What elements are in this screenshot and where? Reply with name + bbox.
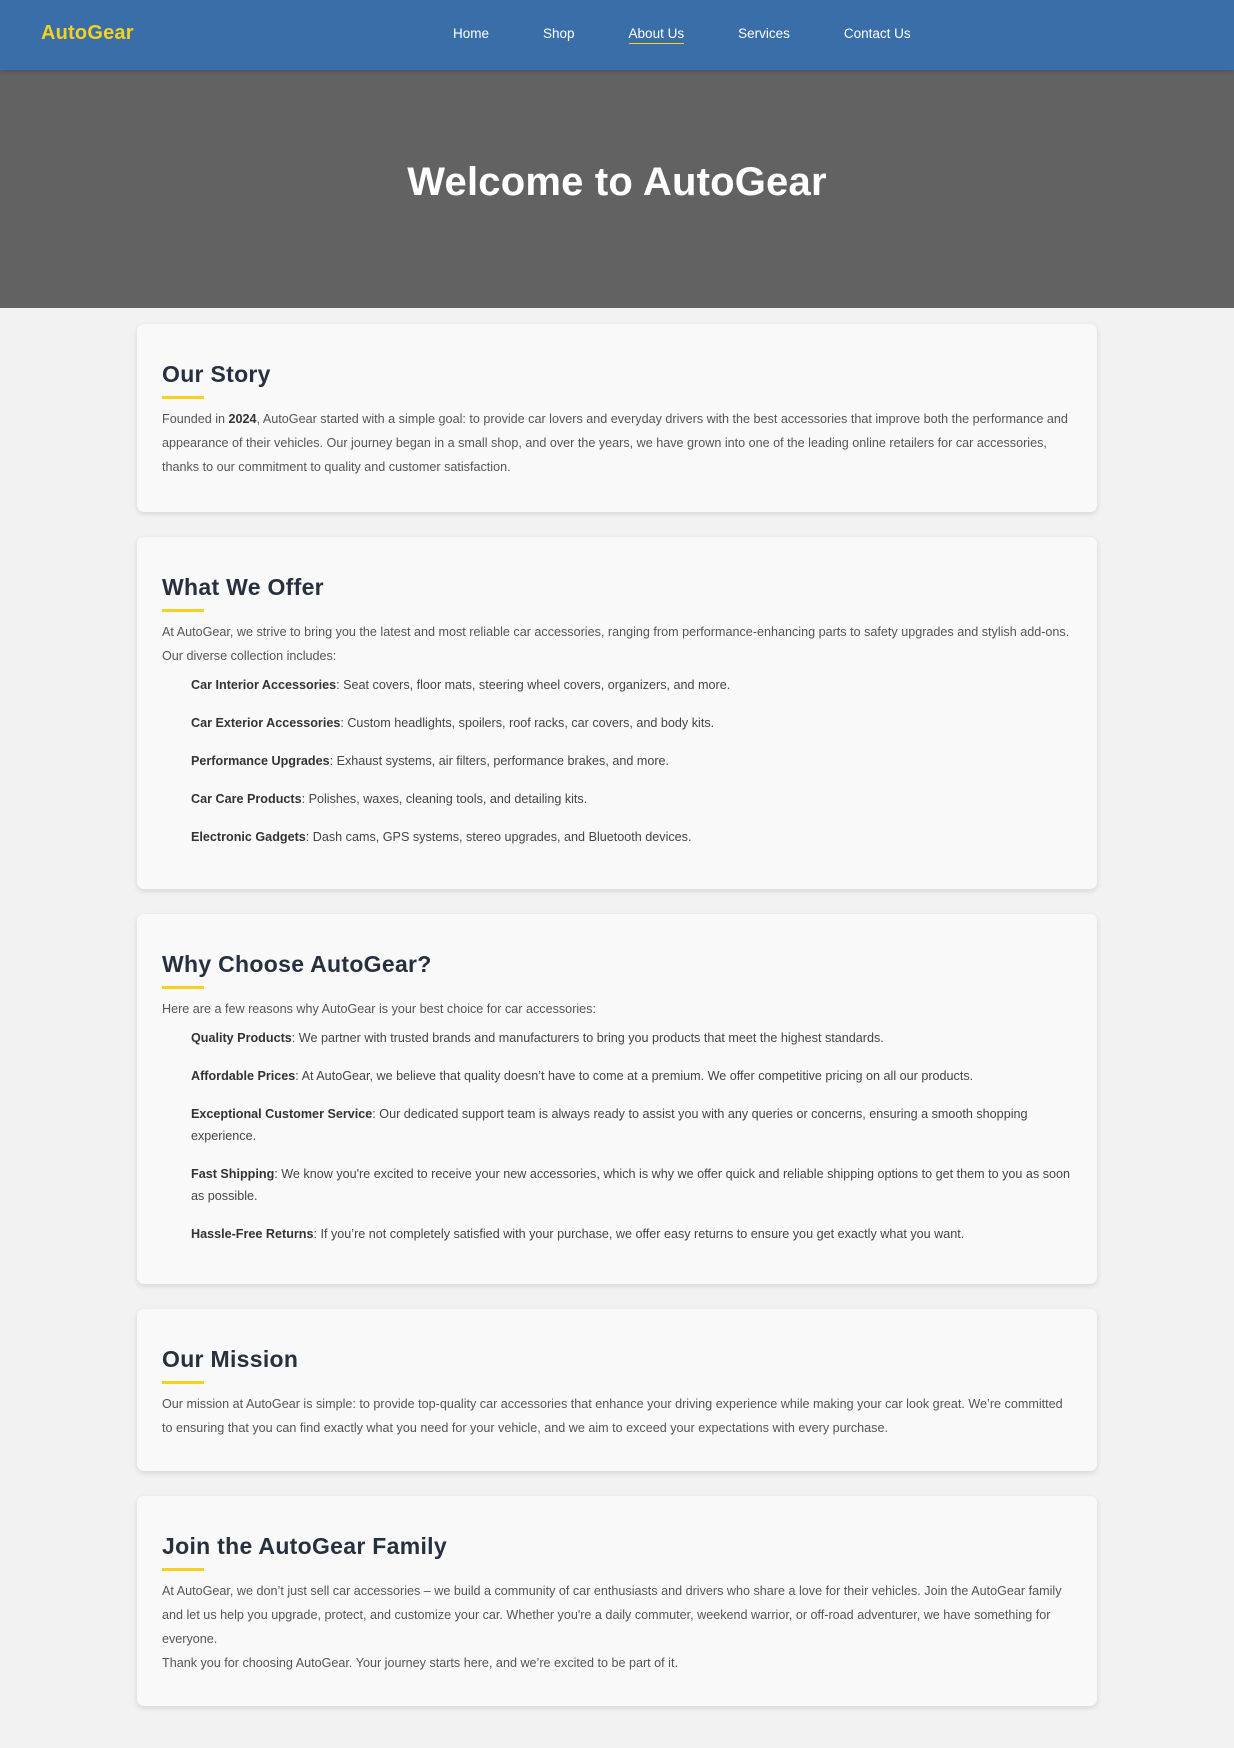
hero-banner: Welcome to AutoGear <box>0 70 1234 308</box>
site-logo[interactable]: AutoGear <box>41 22 134 45</box>
family-thanks: Thank you for choosing AutoGear. Your jo… <box>162 1656 678 1670</box>
heading-underline <box>162 1381 204 1384</box>
nav-services-link[interactable]: Services <box>738 26 790 44</box>
nav-home-link[interactable]: Home <box>453 26 489 44</box>
offer-intro: At AutoGear, we strive to bring you the … <box>162 625 1070 663</box>
founded-year: 2024 <box>228 412 257 426</box>
list-item: Quality Products: We partner with truste… <box>191 1031 884 1045</box>
main-nav: Home Shop About Us Services Contact Us <box>453 26 965 44</box>
mission-heading: Our Mission <box>162 1346 299 1372</box>
family-heading: Join the AutoGear Family <box>162 1533 447 1559</box>
nav-shop-link[interactable]: Shop <box>543 26 575 44</box>
navbar: AutoGear Home Shop About Us Services Con… <box>0 0 1234 70</box>
story-card: Our Story Founded in 2024, AutoGear star… <box>137 324 1097 512</box>
family-card: Join the AutoGear Family At AutoGear, we… <box>137 1496 1097 1706</box>
offer-heading: What We Offer <box>162 574 324 600</box>
mission-text: Our mission at AutoGear is simple: to pr… <box>162 1397 1063 1435</box>
main-content: Our Story Founded in 2024, AutoGear star… <box>137 308 1097 1706</box>
heading-underline <box>162 396 204 399</box>
list-item: Fast Shipping: We know you're excited to… <box>191 1167 1071 1203</box>
list-item: Hassle-Free Returns: If you’re not compl… <box>191 1227 965 1241</box>
list-item: Affordable Prices: At AutoGear, we belie… <box>191 1069 974 1083</box>
list-item: Car Care Products: Polishes, waxes, clea… <box>191 792 588 806</box>
story-heading: Our Story <box>162 361 271 387</box>
nav-about-link[interactable]: About Us <box>628 26 685 44</box>
offer-card: What We Offer At AutoGear, we strive to … <box>137 537 1097 889</box>
why-list: Quality Products: We partner with truste… <box>162 1027 1072 1245</box>
list-item: Exceptional Customer Service: Our dedica… <box>191 1107 1028 1143</box>
heading-underline <box>162 986 204 989</box>
family-text: At AutoGear, we don’t just sell car acce… <box>162 1584 1062 1646</box>
story-text: Founded in 2024, AutoGear started with a… <box>162 412 1068 474</box>
offer-list: Car Interior Accessories: Seat covers, f… <box>162 674 1072 848</box>
list-item: Performance Upgrades: Exhaust systems, a… <box>191 754 670 768</box>
heading-underline <box>162 1568 204 1571</box>
nav-contact-link[interactable]: Contact Us <box>844 26 911 44</box>
why-intro: Here are a few reasons why AutoGear is y… <box>162 1002 596 1016</box>
list-item: Car Exterior Accessories: Custom headlig… <box>191 716 715 730</box>
mission-card: Our Mission Our mission at AutoGear is s… <box>137 1309 1097 1471</box>
list-item: Car Interior Accessories: Seat covers, f… <box>191 678 731 692</box>
hero-title: Welcome to AutoGear <box>407 160 827 204</box>
why-heading: Why Choose AutoGear? <box>162 951 432 977</box>
why-card: Why Choose AutoGear? Here are a few reas… <box>137 914 1097 1284</box>
heading-underline <box>162 609 204 612</box>
list-item: Electronic Gadgets: Dash cams, GPS syste… <box>191 830 692 844</box>
